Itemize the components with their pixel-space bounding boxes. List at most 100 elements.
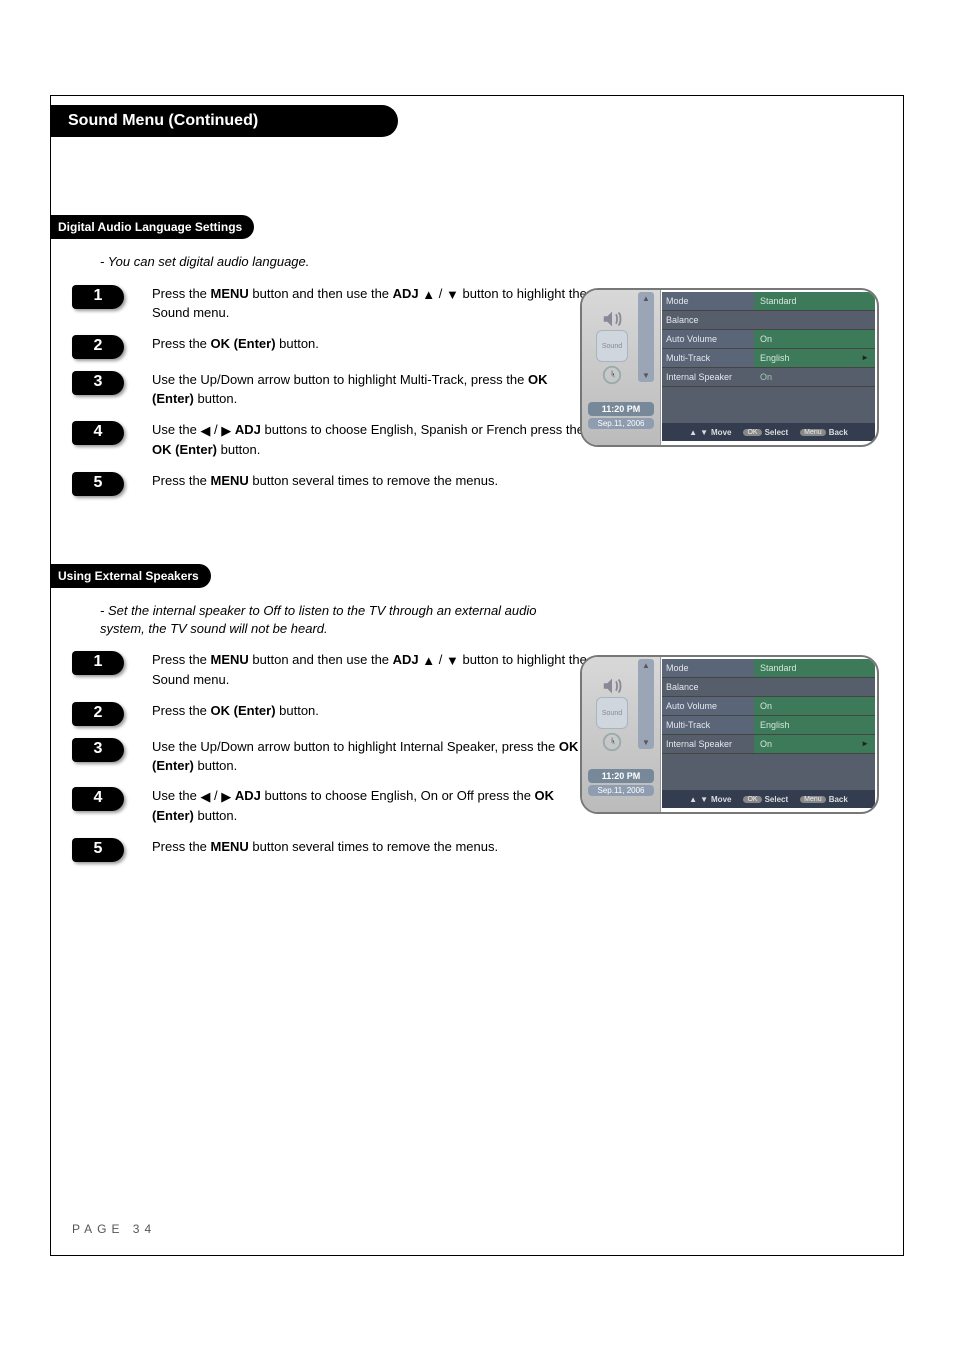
step-number-badge: 1 [72, 651, 124, 675]
osd-side-arrows: ▲ ▼ [638, 292, 654, 382]
step-number-badge: 4 [72, 787, 124, 811]
chevron-down-icon: ▼ [642, 738, 650, 747]
osd-row-label: Multi-Track [662, 349, 754, 367]
osd-date: Sep.11, 2006 [588, 785, 654, 796]
osd-row-label: Balance [662, 678, 754, 696]
osd-bottom-bar: ▲▼ MoveOK SelectMenu Back [662, 423, 875, 441]
triangle-left-icon: ◀ [200, 788, 210, 807]
osd-row[interactable]: Internal SpeakerOn [662, 735, 875, 754]
step-text: Press the MENU button several times to r… [152, 472, 498, 491]
osd-row-label: Multi-Track [662, 716, 754, 734]
osd-row-value: English [754, 716, 875, 734]
triangle-up-icon: ▲ [422, 286, 435, 305]
osd-row-label: Auto Volume [662, 330, 754, 348]
step-text: Press the OK (Enter) button. [152, 702, 319, 721]
osd-hint-back: Menu Back [800, 795, 848, 804]
speaker-icon [601, 308, 623, 330]
osd-row-value: English [754, 349, 875, 367]
osd-row-label: Mode [662, 659, 754, 677]
osd-row-label: Mode [662, 292, 754, 310]
triangle-up-icon: ▲ [689, 428, 697, 437]
clock-icon [601, 364, 623, 386]
osd-row-value: On [754, 697, 875, 715]
step-number-badge: 3 [72, 371, 124, 395]
section-title-external-speakers: Using External Speakers [50, 564, 211, 588]
osd-bottom-bar: ▲▼ MoveOK SelectMenu Back [662, 790, 875, 808]
osd-row[interactable]: ModeStandard [662, 292, 875, 311]
osd-hint-select: OK Select [743, 428, 788, 437]
osd-main: ModeStandardBalanceAuto VolumeOnMulti-Tr… [662, 659, 875, 810]
step-text: Press the MENU button several times to r… [152, 838, 498, 857]
osd-time: 11:20 PM [588, 402, 654, 416]
triangle-up-icon: ▲ [422, 652, 435, 671]
osd-row-value: On [754, 735, 875, 753]
step-text: Use the ◀ / ▶ ADJ buttons to choose Engl… [152, 787, 592, 826]
page: Sound Menu (Continued) Digital Audio Lan… [0, 0, 954, 1351]
osd-row[interactable]: Auto VolumeOn [662, 697, 875, 716]
osd-date: Sep.11, 2006 [588, 418, 654, 429]
osd-sound-badge: Sound [596, 330, 628, 362]
step-number-badge: 5 [72, 472, 124, 496]
chevron-down-icon: ▼ [642, 371, 650, 380]
osd-row[interactable]: ModeStandard [662, 659, 875, 678]
osd-row-value [754, 311, 875, 329]
osd-row-label: Internal Speaker [662, 735, 754, 753]
osd-row-value: Standard [754, 659, 875, 677]
speaker-icon [601, 675, 623, 697]
chevron-up-icon: ▲ [642, 661, 650, 670]
step-text: Use the ◀ / ▶ ADJ buttons to choose Engl… [152, 421, 592, 460]
osd-row-value: Standard [754, 292, 875, 310]
osd-row[interactable]: Balance [662, 311, 875, 330]
triangle-down-icon: ▼ [446, 652, 459, 671]
osd-row-value [754, 678, 875, 696]
clock-icon [601, 731, 623, 753]
osd-row[interactable]: Balance [662, 678, 875, 697]
triangle-right-icon: ▶ [221, 422, 231, 441]
ok-pill: OK [743, 796, 761, 803]
page-number: PAGE 34 [72, 1222, 156, 1236]
step-number-badge: 3 [72, 738, 124, 762]
osd-sound-badge: Sound [596, 697, 628, 729]
step-row: 5 Press the MENU button several times to … [72, 838, 892, 862]
step-text: Press the MENU button and then use the A… [152, 651, 592, 690]
osd-row[interactable]: Multi-TrackEnglish [662, 349, 875, 368]
step-text: Use the Up/Down arrow button to highligh… [152, 371, 592, 409]
osd-sound-label: Sound [602, 710, 622, 717]
osd-sidebar: ▲ ▼ Sound 11:20 PM Sep.11, 2006 [582, 290, 661, 445]
step-number-badge: 5 [72, 838, 124, 862]
page-header-title: Sound Menu (Continued) [68, 112, 258, 129]
osd-sidebar: ▲ ▼ Sound 11:20 PM Sep.11, 2006 [582, 657, 661, 812]
osd-row-label: Internal Speaker [662, 368, 754, 386]
section-note: - You can set digital audio language. [100, 253, 892, 271]
menu-pill: Menu [800, 796, 826, 803]
osd-menu-2: ▲ ▼ Sound 11:20 PM Sep.11, 2006 [580, 655, 875, 814]
chevron-up-icon: ▲ [642, 294, 650, 303]
osd-sound-label: Sound [602, 343, 622, 350]
step-text: Use the Up/Down arrow button to highligh… [152, 738, 592, 776]
step-row: 5 Press the MENU button several times to … [72, 472, 892, 496]
triangle-right-icon: ▶ [221, 788, 231, 807]
osd-row-value: On [754, 330, 875, 348]
step-text: Press the OK (Enter) button. [152, 335, 319, 354]
osd-hint-move: ▲▼ Move [689, 428, 731, 437]
step-number-badge: 2 [72, 702, 124, 726]
triangle-down-icon: ▼ [446, 286, 459, 305]
menu-pill: Menu [800, 429, 826, 436]
osd-row-label: Balance [662, 311, 754, 329]
step-number-badge: 4 [72, 421, 124, 445]
page-header: Sound Menu (Continued) [50, 105, 398, 137]
step-text: Press the MENU button and then use the A… [152, 285, 592, 324]
step-number-badge: 1 [72, 285, 124, 309]
triangle-left-icon: ◀ [200, 422, 210, 441]
section-title-digital-audio: Digital Audio Language Settings [50, 215, 254, 239]
osd-fill [662, 754, 875, 790]
triangle-up-icon: ▲ [689, 795, 697, 804]
osd-row[interactable]: Auto VolumeOn [662, 330, 875, 349]
triangle-down-icon: ▼ [700, 428, 708, 437]
ok-pill: OK [743, 429, 761, 436]
osd-time: 11:20 PM [588, 769, 654, 783]
osd-main: ModeStandardBalanceAuto VolumeOnMulti-Tr… [662, 292, 875, 443]
osd-row[interactable]: Multi-TrackEnglish [662, 716, 875, 735]
osd-hint-move: ▲▼ Move [689, 795, 731, 804]
osd-row[interactable]: Internal SpeakerOn [662, 368, 875, 387]
